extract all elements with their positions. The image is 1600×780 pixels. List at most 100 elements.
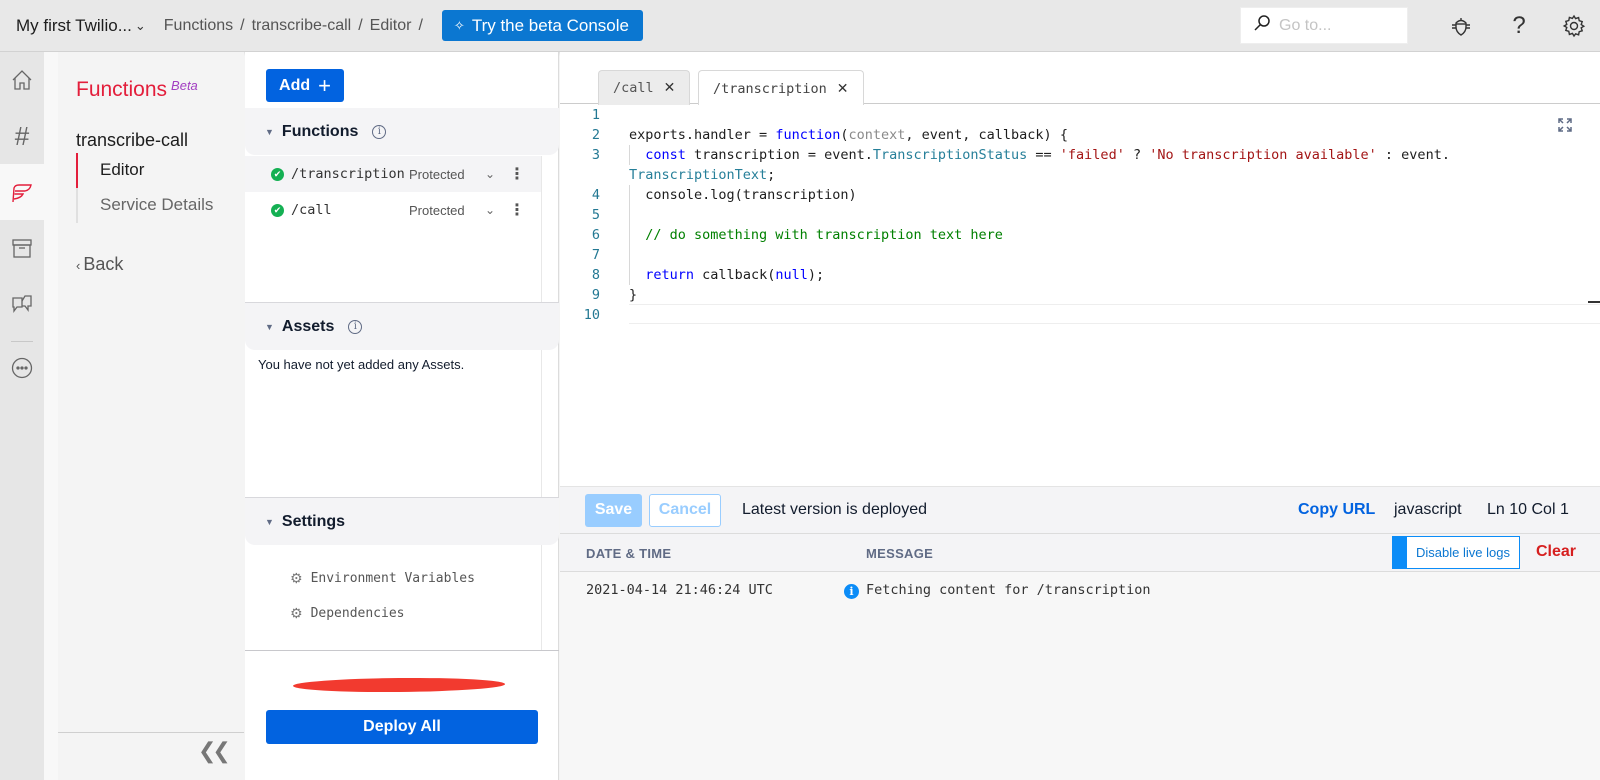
visibility-dropdown-icon[interactable]: ⌄ [485,203,507,217]
section-title-text: Functions [76,78,168,101]
scrollbar-marker [1588,301,1600,303]
goto-input[interactable] [1279,16,1399,35]
deploy-all-button[interactable]: Deploy All [266,710,538,744]
account-switcher[interactable]: My first Twilio... ⌄ [16,16,146,36]
help-icon[interactable]: ? [1506,12,1532,39]
function-row[interactable]: ✔ /call Protected ⌄ ⋮ [245,192,541,228]
line-number: 3 [591,147,600,163]
bug-icon[interactable] [1448,13,1474,39]
editor-area: /call ✕ /transcription ✕ 1 2 3 4 5 6 7 8… [560,52,1600,780]
check-circle-icon: ✔ [271,167,284,181]
tab-transcription[interactable]: /transcription ✕ [698,70,864,106]
tab-label: /call [613,80,654,96]
language-indicator[interactable]: javascript [1394,501,1462,519]
line-number: 8 [591,267,600,283]
log-entry: 2021-04-14 21:46:24 UTC i Fetching conte… [560,582,1600,604]
line-number: 6 [591,227,600,243]
visibility-dropdown-icon[interactable]: ⌄ [485,167,507,181]
breadcrumb-separator: / [240,16,245,34]
tab-call[interactable]: /call ✕ [598,70,691,105]
top-bar: My first Twilio... ⌄ Functions / transcr… [0,0,1600,52]
visibility-label: Protected [409,202,465,218]
clear-logs-button[interactable]: Clear [1536,543,1576,561]
deploy-status: Latest version is deployed [742,501,927,518]
try-beta-console-button[interactable]: ✧ Try the beta Console [441,10,643,41]
chevron-left-icon: ‹ [76,258,81,273]
breadcrumb-separator: / [418,16,423,34]
code-line: console.log(transcription) [629,187,857,203]
caret-down-icon: ▼ [265,321,274,332]
close-icon[interactable]: ✕ [664,80,676,96]
breadcrumb-service[interactable]: transcribe-call [252,17,352,35]
line-number: 10 [583,307,600,323]
assets-section-header[interactable]: ▼ Assets i [245,303,559,350]
editor-tabs: /call ✕ /transcription ✕ [560,52,1600,106]
cursor-position: Ln 10 Col 1 [1487,501,1569,518]
more-icon[interactable] [0,340,44,396]
functions-section-header[interactable]: ▼ Functions i [245,108,559,155]
column-header-datetime: DATE & TIME [586,546,672,561]
check-circle-icon: ✔ [271,203,284,217]
product-rail: # [0,52,44,780]
current-line-highlight [629,304,1600,324]
resource-panel: Add + ▼ Functions i ✔ /transcription Prot… [245,52,559,780]
settings-section-header[interactable]: ▼ Settings [245,498,559,545]
collapse-nav-icon[interactable]: ❮❮ [198,738,231,764]
breadcrumb-editor[interactable]: Editor [370,17,412,35]
home-icon[interactable] [0,52,44,108]
line-number: 7 [591,247,600,263]
info-icon: i [844,584,859,599]
archive-icon[interactable] [0,220,44,276]
line-number: 9 [591,287,600,303]
code-editor[interactable]: 1 2 3 4 5 6 7 8 9 10 exports.handler = f… [560,105,1600,545]
plus-icon: + [318,72,331,98]
settings-gear-icon[interactable] [1561,13,1587,39]
nav-footer-divider [58,732,244,733]
line-number: 1 [591,107,600,123]
kebab-menu-icon[interactable]: ⋮ [509,164,525,184]
caret-down-icon: ▼ [265,126,274,137]
line-number: 2 [591,127,600,143]
search-icon [1253,14,1271,37]
chevron-down-icon: ⌄ [134,17,146,33]
setting-label: Environment Variables [310,571,475,586]
copy-url-button[interactable]: Copy URL [1298,501,1375,519]
subnav-item-service-details[interactable]: Service Details [78,188,213,223]
column-header-message: MESSAGE [866,546,934,561]
info-icon[interactable]: i [348,319,363,334]
add-button[interactable]: Add + [266,69,344,102]
close-icon[interactable]: ✕ [837,81,849,97]
info-icon[interactable]: i [372,124,387,139]
breadcrumb-functions[interactable]: Functions [164,17,233,35]
function-row[interactable]: ✔ /transcription Protected ⌄ ⋮ [245,156,541,192]
disable-live-logs-button[interactable]: Disable live logs [1392,536,1520,569]
save-button[interactable]: Save [585,493,642,527]
goto-search[interactable] [1240,7,1408,44]
line-number: 4 [591,187,600,203]
code-comment: // do something with transcription text … [629,227,1003,243]
function-path: /call [291,202,332,218]
assets-section-title: Assets [281,317,335,335]
setting-environment-variables[interactable]: ⚙ Environment Variables [245,561,541,596]
service-name: transcribe-call [76,130,189,150]
log-message: Fetching content for /transcription [866,582,1151,598]
subnav-item-editor[interactable]: Editor [76,153,213,188]
tab-label: /transcription [713,80,827,97]
setting-dependencies[interactable]: ⚙ Dependencies [245,596,541,631]
redaction-mark [292,677,506,693]
function-path: /transcription [291,166,405,182]
cancel-button[interactable]: Cancel [649,493,721,527]
code-line: } [629,287,638,303]
section-title: Functions Beta [76,78,198,102]
assets-empty-message: You have not yet added any Assets. [258,357,465,372]
expand-fullscreen-icon[interactable] [1558,118,1572,137]
setting-label: Dependencies [310,606,405,621]
gear-icon: ⚙ [290,570,303,586]
service-subnav: Editor Service Details [76,153,213,223]
sparkle-icon: ✧ [453,17,465,33]
back-link[interactable]: ‹ Back [76,254,123,275]
conversations-icon[interactable] [0,276,44,332]
hash-icon[interactable]: # [0,108,44,164]
kebab-menu-icon[interactable]: ⋮ [509,200,525,220]
functions-icon[interactable] [0,164,44,220]
